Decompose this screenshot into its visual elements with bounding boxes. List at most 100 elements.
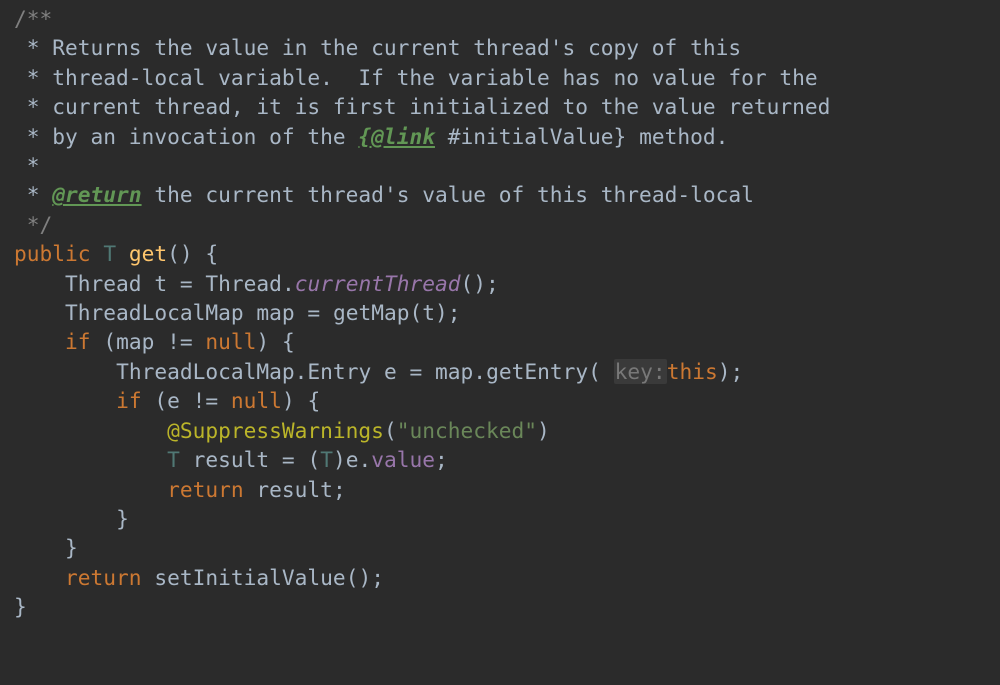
- doc-line: * thread-local variable. If the variable…: [14, 65, 818, 90]
- eq: =: [167, 271, 205, 296]
- doc-close: */: [14, 212, 52, 237]
- parens: (): [461, 271, 487, 296]
- brace-close: }: [65, 535, 78, 560]
- eq: =: [269, 447, 307, 472]
- call-getEntry: getEntry: [486, 359, 588, 384]
- dot: .: [473, 359, 486, 384]
- dot: .: [359, 447, 372, 472]
- kw-this: this: [667, 359, 718, 384]
- kw-null: null: [231, 388, 282, 413]
- paren-close: ): [718, 359, 731, 384]
- semicolon: ;: [333, 477, 346, 502]
- method-get: get: [129, 241, 167, 266]
- brace-open: {: [307, 388, 320, 413]
- var-map: map: [256, 300, 294, 325]
- call-getMap: getMap: [333, 300, 410, 325]
- paren-close: ): [282, 388, 295, 413]
- space: [142, 565, 155, 590]
- paren-close: ): [537, 418, 550, 443]
- space: [193, 241, 206, 266]
- doc-line: * by an invocation of the: [14, 124, 358, 149]
- semicolon: ;: [371, 565, 384, 590]
- code-block: /** * Returns the value in the current t…: [0, 0, 1000, 622]
- kw-if: if: [116, 388, 142, 413]
- var-t: t: [154, 271, 167, 296]
- brace-open: {: [205, 241, 218, 266]
- doc-line: *: [14, 182, 52, 207]
- semicolon: ;: [730, 359, 743, 384]
- string-unchecked: "unchecked": [397, 418, 537, 443]
- paren-open: (: [154, 388, 167, 413]
- space: [142, 388, 155, 413]
- brace-close: }: [116, 506, 129, 531]
- doc-line: method.: [626, 124, 728, 149]
- doc-line: the current thread's value of this threa…: [142, 182, 754, 207]
- paren-open: (: [384, 418, 397, 443]
- doc-line: * current thread, it is first initialize…: [14, 94, 830, 119]
- var-map: map: [435, 359, 473, 384]
- indent: [14, 418, 167, 443]
- dot: .: [282, 271, 295, 296]
- indent: [14, 447, 167, 472]
- indent: [14, 329, 65, 354]
- space: [601, 359, 614, 384]
- space: [244, 477, 257, 502]
- inlay-hint-key: key:: [614, 359, 667, 384]
- brace-close: }: [14, 594, 27, 619]
- type-thread: Thread: [205, 271, 282, 296]
- type-thread: Thread: [65, 271, 142, 296]
- indent: [14, 565, 65, 590]
- semicolon: ;: [435, 447, 448, 472]
- space: [142, 271, 155, 296]
- var-e: e: [167, 388, 180, 413]
- indent: [14, 300, 65, 325]
- paren-close: ): [333, 447, 346, 472]
- doc-line: * Returns the value in the current threa…: [14, 35, 741, 60]
- paren-open: (: [588, 359, 601, 384]
- space: [116, 241, 129, 266]
- call-currentThread: currentThread: [295, 271, 461, 296]
- indent: [14, 271, 65, 296]
- var-result: result: [256, 477, 333, 502]
- var-e: e: [346, 447, 359, 472]
- ne: !=: [180, 388, 231, 413]
- space: [91, 329, 104, 354]
- indent: [14, 477, 167, 502]
- dot: .: [295, 359, 308, 384]
- var-map: map: [116, 329, 154, 354]
- semicolon: ;: [486, 271, 499, 296]
- indent: [14, 388, 116, 413]
- doc-tag-link: {@link: [358, 124, 435, 149]
- space: [244, 300, 257, 325]
- ne: !=: [154, 329, 205, 354]
- kw-return: return: [65, 565, 142, 590]
- indent: [14, 535, 65, 560]
- paren-open: (: [410, 300, 423, 325]
- paren-close: ): [256, 329, 269, 354]
- type-entry: Entry: [307, 359, 371, 384]
- paren-open: (: [103, 329, 116, 354]
- space: [371, 359, 384, 384]
- paren-close: ): [435, 300, 448, 325]
- type-param: T: [167, 447, 180, 472]
- doc-open: /**: [14, 6, 52, 31]
- type-param: T: [103, 241, 116, 266]
- space: [295, 388, 308, 413]
- kw-return: return: [167, 477, 244, 502]
- eq: =: [295, 300, 333, 325]
- doc-line: *: [14, 153, 40, 178]
- var-e: e: [384, 359, 397, 384]
- field-value: value: [371, 447, 435, 472]
- type-param: T: [320, 447, 333, 472]
- space: [180, 447, 193, 472]
- kw-if: if: [65, 329, 91, 354]
- indent: [14, 359, 116, 384]
- paren-open: (: [307, 447, 320, 472]
- space: [269, 329, 282, 354]
- type-tlm: ThreadLocalMap: [116, 359, 295, 384]
- brace-open: {: [282, 329, 295, 354]
- space: [91, 241, 104, 266]
- kw-public: public: [14, 241, 91, 266]
- parens: (): [346, 565, 372, 590]
- eq: =: [397, 359, 435, 384]
